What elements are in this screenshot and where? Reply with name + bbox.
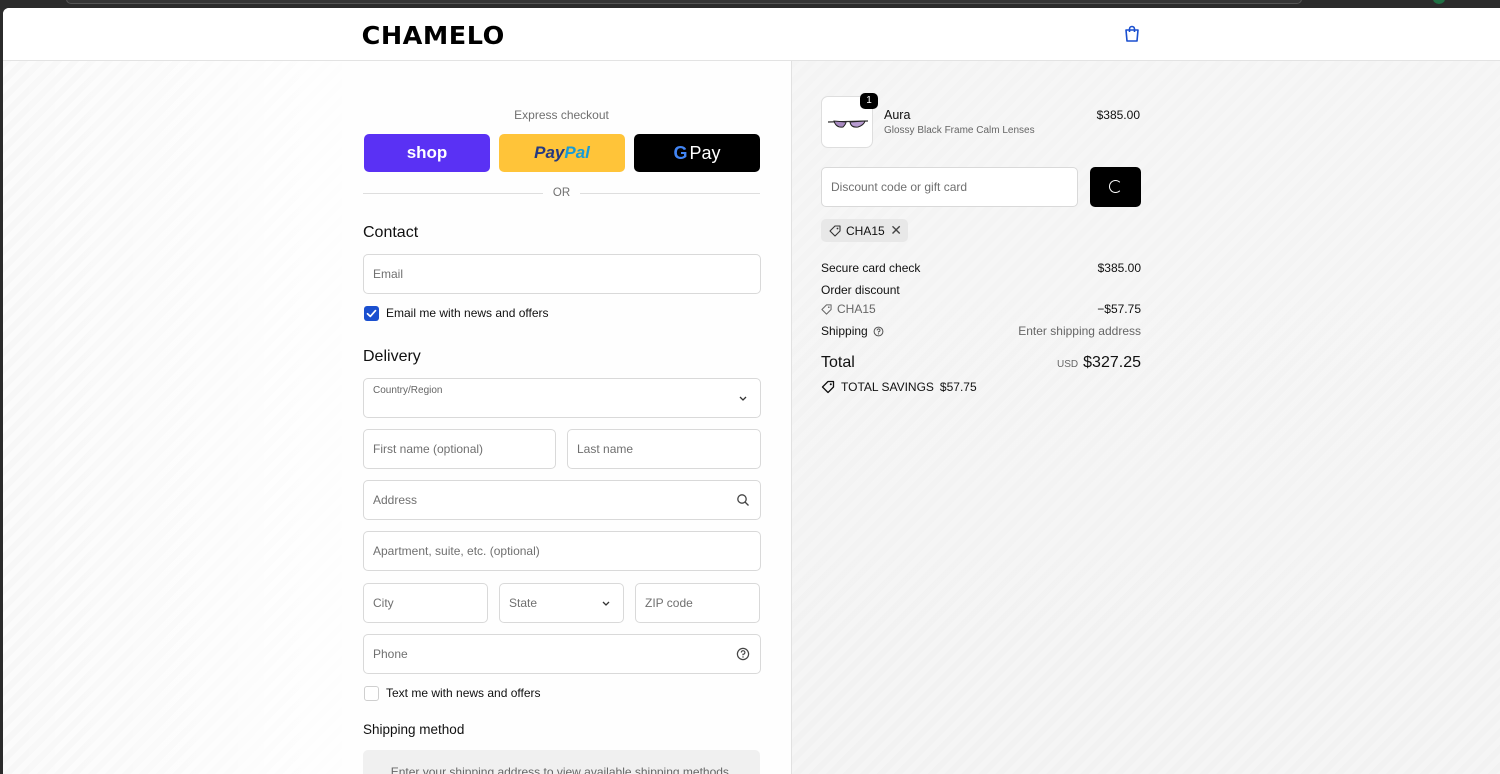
phone-placeholder: Phone xyxy=(373,647,408,661)
email-field[interactable]: Email xyxy=(363,254,761,294)
applied-discount-chip: CHA15 ✕ xyxy=(821,219,908,242)
savings-label: TOTAL SAVINGS xyxy=(841,380,934,394)
zip-code-field[interactable]: ZIP code xyxy=(635,583,760,623)
help-circle-icon[interactable] xyxy=(873,326,884,337)
discount-code-row: CHA15 xyxy=(821,302,876,316)
state-select[interactable]: State xyxy=(499,583,624,623)
browser-status-icon xyxy=(1433,0,1445,4)
discount-placeholder: Discount code or gift card xyxy=(831,180,968,194)
product-price: $385.00 xyxy=(1096,108,1140,122)
paypal-label-pal: Pal xyxy=(564,143,590,162)
product-name: Aura xyxy=(884,108,911,122)
country-region-select[interactable]: Country/Region xyxy=(363,378,761,418)
state-placeholder: State xyxy=(509,596,538,610)
apartment-placeholder: Apartment, suite, etc. (optional) xyxy=(373,544,540,558)
last-name-placeholder: Last name xyxy=(577,442,634,456)
shopping-bag-icon[interactable] xyxy=(1124,25,1140,43)
paypal-button[interactable]: Pay Pal xyxy=(499,134,625,172)
product-variant: Glossy Black Frame Calm Lenses xyxy=(884,125,1035,136)
help-circle-icon[interactable] xyxy=(736,647,750,661)
discount-code-text: CHA15 xyxy=(837,302,876,316)
tag-icon xyxy=(829,224,841,237)
email-placeholder: Email xyxy=(373,267,404,281)
site-header: CHAMELO xyxy=(3,8,1500,61)
total-amount: USD $327.25 xyxy=(943,354,1141,372)
total-currency: USD xyxy=(1057,359,1079,370)
google-g-icon: G xyxy=(673,142,688,163)
first-name-field[interactable]: First name (optional) xyxy=(363,429,556,469)
order-discount-label: Order discount xyxy=(821,283,900,297)
checkmark-icon xyxy=(366,309,377,318)
checkout-page: CHAMELO Express checkout shop Pay Pal G Pa… xyxy=(3,8,1500,774)
total-savings-row: TOTAL SAVINGS $57.75 xyxy=(821,380,977,394)
savings-value: $57.75 xyxy=(939,380,977,394)
first-name-placeholder: First name (optional) xyxy=(373,442,484,456)
google-pay-button[interactable]: G Pay xyxy=(634,134,760,172)
or-divider-text: OR xyxy=(552,187,571,199)
quantity-badge: 1 xyxy=(860,93,878,109)
city-placeholder: City xyxy=(373,596,394,610)
address-bar[interactable] xyxy=(66,0,1302,4)
savings-tag-icon xyxy=(821,380,835,394)
shipping-method-message: Enter your shipping address to view avai… xyxy=(363,750,760,774)
apartment-field[interactable]: Apartment, suite, etc. (optional) xyxy=(363,531,761,571)
country-region-label: Country/Region xyxy=(373,385,443,396)
shipping-value: Enter shipping address xyxy=(1018,324,1141,338)
total-label: Total xyxy=(821,354,855,371)
total-value: $327.25 xyxy=(1083,354,1141,371)
delivery-heading: Delivery xyxy=(363,348,421,365)
shop-pay-label: shop xyxy=(406,143,448,162)
google-pay-label: Pay xyxy=(689,142,721,163)
subtotal-label: Secure card check xyxy=(821,261,921,275)
text-news-checkbox[interactable] xyxy=(364,686,379,701)
express-checkout-label: Express checkout xyxy=(514,108,609,122)
shipping-row: Shipping xyxy=(821,324,884,338)
city-field[interactable]: City xyxy=(363,583,488,623)
shipping-label: Shipping xyxy=(821,324,868,338)
discount-code-field[interactable]: Discount code or gift card xyxy=(821,167,1078,207)
address-field[interactable]: Address xyxy=(363,480,761,520)
email-news-label[interactable]: Email me with news and offers xyxy=(386,306,549,320)
chevron-down-icon xyxy=(739,396,747,401)
discount-value: −$57.75 xyxy=(1097,302,1141,316)
phone-field[interactable]: Phone xyxy=(363,634,761,674)
contact-heading: Contact xyxy=(363,224,419,241)
address-placeholder: Address xyxy=(373,493,418,507)
text-news-label[interactable]: Text me with news and offers xyxy=(386,686,541,700)
loading-spinner-icon xyxy=(1109,180,1122,193)
browser-chrome xyxy=(0,0,1500,8)
shop-pay-button[interactable]: shop xyxy=(364,134,490,172)
shipping-method-heading: Shipping method xyxy=(363,722,465,737)
applied-discount-code: CHA15 xyxy=(846,223,885,238)
email-news-checkbox[interactable] xyxy=(364,306,379,321)
apply-discount-button[interactable] xyxy=(1090,167,1141,207)
zip-placeholder: ZIP code xyxy=(645,596,693,610)
remove-discount-icon[interactable]: ✕ xyxy=(890,223,902,237)
brand-logo[interactable]: CHAMELO xyxy=(362,21,505,50)
tag-icon xyxy=(821,303,832,315)
last-name-field[interactable]: Last name xyxy=(567,429,761,469)
chevron-down-icon xyxy=(602,601,610,606)
subtotal-value: $385.00 xyxy=(1097,261,1141,275)
paypal-label-pay: Pay xyxy=(534,143,565,162)
search-icon[interactable] xyxy=(736,493,750,507)
